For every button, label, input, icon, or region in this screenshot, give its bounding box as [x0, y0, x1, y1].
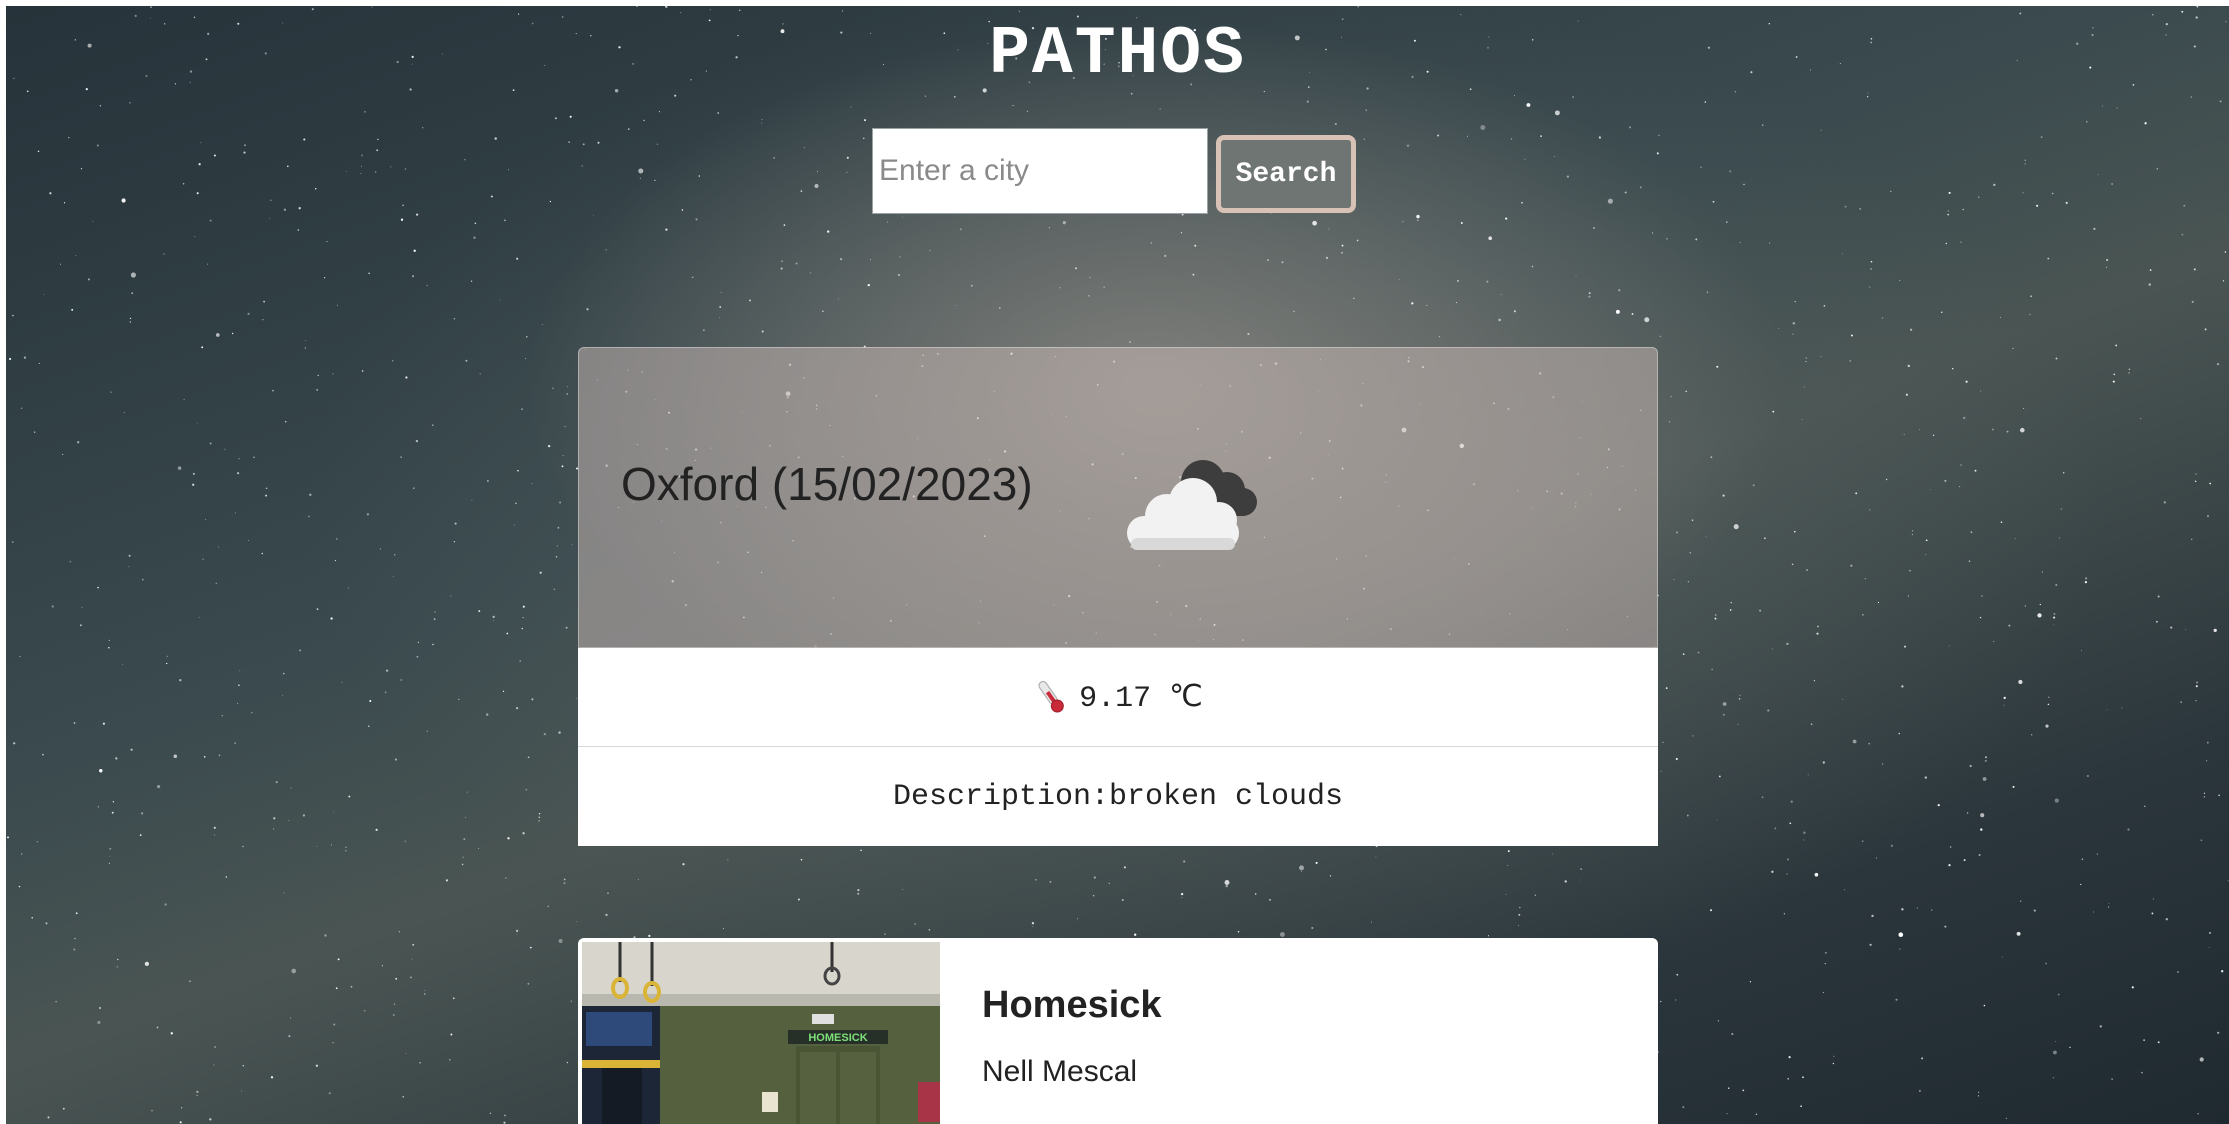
song-card[interactable]: HOMESICK Homesick Nell Mescal: [578, 938, 1658, 1124]
temperature-row: 9.17 ℃: [578, 648, 1658, 747]
thermometer-icon: [1038, 680, 1064, 713]
song-artist: Nell Mescal: [982, 1055, 1138, 1088]
app-root: PATHOS Search Oxford (15/02/2023): [6, 6, 2229, 1124]
song-cover-image: HOMESICK: [582, 942, 940, 1124]
homesick-sign-text: HOMESICK: [808, 1032, 867, 1044]
weather-description: Description:broken clouds: [892, 779, 1344, 814]
city-date-heading: Oxford (15/02/2023): [621, 458, 1033, 510]
weather-card: Oxford (15/02/2023) 9.17 ℃ Description:b…: [578, 347, 1658, 847]
description-row: Description:broken clouds: [578, 747, 1658, 846]
search-button[interactable]: Search: [1216, 135, 1356, 213]
city-search-input[interactable]: [872, 128, 1208, 214]
broken-clouds-icon: [1127, 460, 1257, 550]
app-title: PATHOS: [989, 16, 1246, 93]
weather-header: Oxford (15/02/2023): [578, 347, 1658, 648]
temperature-value: 9.17 ℃: [1079, 681, 1203, 716]
song-title: Homesick: [982, 984, 1162, 1026]
